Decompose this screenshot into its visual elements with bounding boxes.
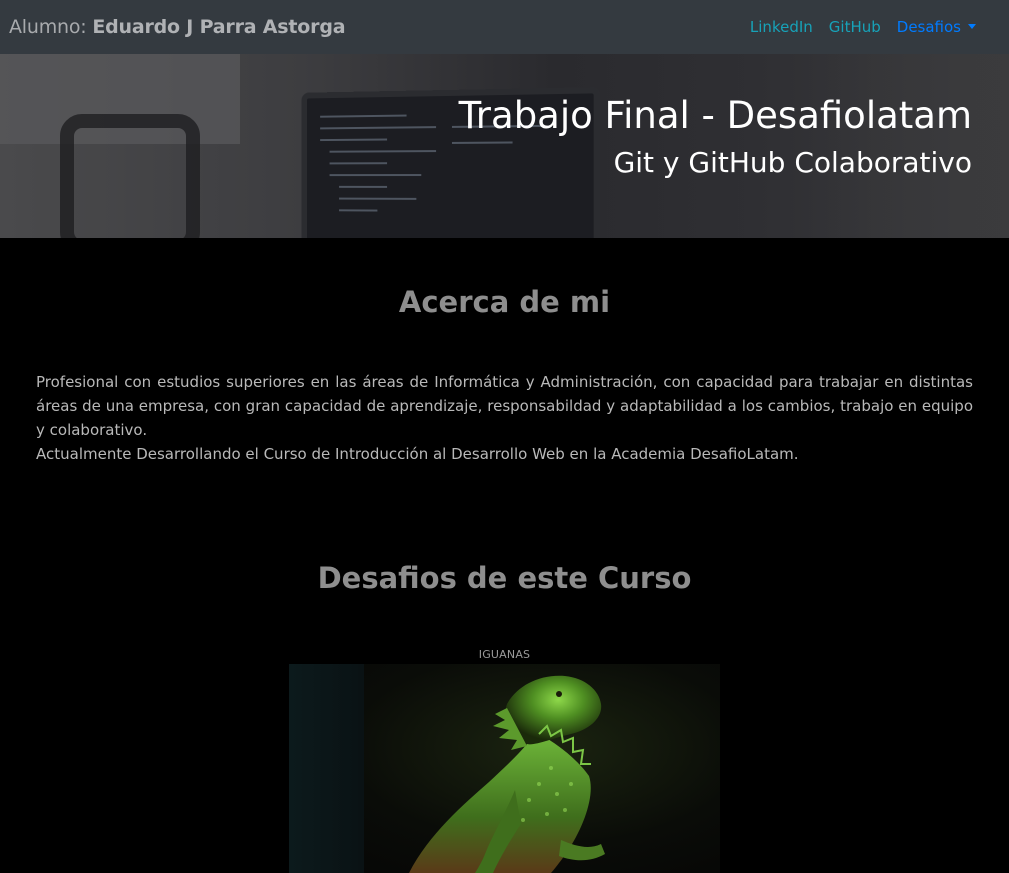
code-line [329, 162, 388, 165]
hero-title: Trabajo Final - Desafiolatam [458, 94, 972, 137]
hero-subtitle: Git y GitHub Colaborativo [613, 146, 972, 179]
nav-links: LinkedIn GitHub Desafios [750, 18, 976, 36]
nav-link-github[interactable]: GitHub [829, 18, 881, 36]
code-line [320, 138, 388, 142]
challenges-title: Desafios de este Curso [317, 561, 692, 595]
card-label: IGUANAS [478, 648, 531, 661]
iguana-image[interactable] [289, 664, 720, 873]
brand[interactable]: Alumno: Eduardo J Parra Astorga [9, 16, 346, 38]
hero-background-chair [60, 114, 200, 238]
code-line [451, 141, 513, 144]
nav-dropdown-label: Desafios [896, 18, 961, 36]
nav-link-linkedin[interactable]: LinkedIn [750, 18, 813, 36]
code-line [339, 197, 417, 200]
brand-prefix: Alumno: [9, 16, 93, 38]
brand-name: Eduardo J Parra Astorga [92, 16, 346, 38]
code-line [320, 126, 437, 130]
about-paragraph: Profesional con estudios superiores en l… [36, 373, 973, 439]
code-line [339, 185, 388, 188]
about-text: Profesional con estudios superiores en l… [36, 370, 973, 466]
navbar: Alumno: Eduardo J Parra Astorga LinkedIn… [0, 0, 1009, 54]
code-line [320, 114, 407, 118]
about-title: Acerca de mi [398, 285, 611, 319]
code-line [329, 174, 422, 177]
about-paragraph: Actualmente Desarrollando el Curso de In… [36, 445, 799, 463]
code-line [339, 209, 378, 212]
caret-down-icon [968, 24, 976, 29]
iguana-illustration [409, 675, 605, 873]
nav-dropdown-desafios[interactable]: Desafios [897, 18, 976, 36]
code-line [329, 150, 437, 153]
hero-banner: Trabajo Final - Desafiolatam Git y GitHu… [0, 54, 1009, 238]
